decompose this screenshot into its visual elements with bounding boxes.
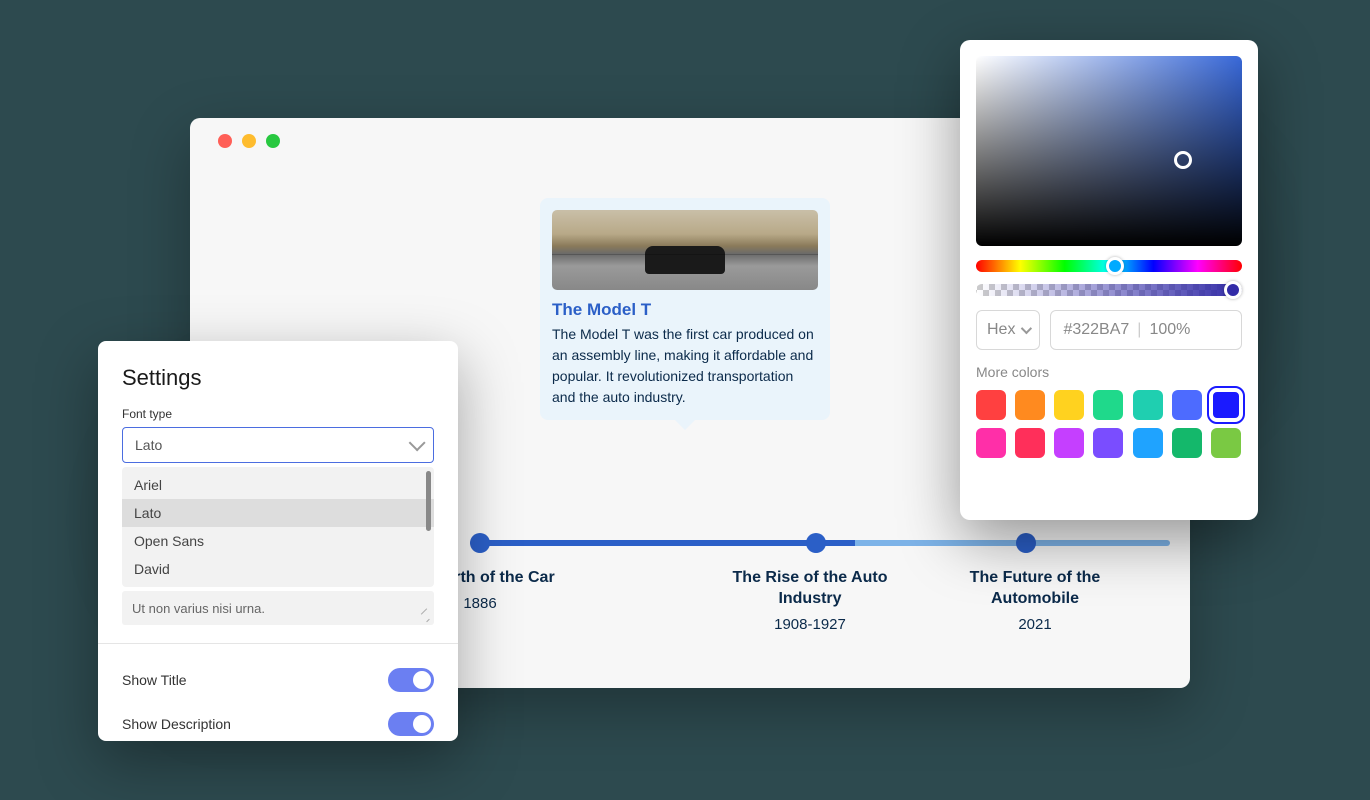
color-swatch[interactable]: [1015, 390, 1045, 420]
color-swatch[interactable]: [976, 390, 1006, 420]
color-hex-input[interactable]: #322BA7 | 100%: [1050, 310, 1242, 350]
alpha-slider[interactable]: [976, 284, 1242, 296]
font-option[interactable]: Open Sans: [122, 527, 434, 555]
font-type-label: Font type: [122, 407, 434, 421]
timeline-label-year: 2021: [950, 616, 1120, 633]
font-type-dropdown: Ariel Lato Open Sans David: [122, 467, 434, 587]
show-description-label: Show Description: [122, 716, 231, 732]
hue-slider[interactable]: [976, 260, 1242, 272]
textarea-value: Ut non varius nisi urna.: [132, 601, 265, 616]
color-saturation-canvas[interactable]: [976, 56, 1242, 246]
dropdown-scrollbar[interactable]: [426, 471, 431, 531]
timeline-point[interactable]: [470, 533, 490, 553]
alpha-overlay: [976, 284, 1242, 296]
color-swatch[interactable]: [1054, 390, 1084, 420]
color-swatch[interactable]: [1133, 428, 1163, 458]
color-swatch[interactable]: [1172, 390, 1202, 420]
font-type-value: Lato: [135, 437, 162, 453]
color-format-select[interactable]: Hex: [976, 310, 1040, 350]
timeline-point[interactable]: [806, 533, 826, 553]
color-swatch[interactable]: [1093, 390, 1123, 420]
show-title-row: Show Title: [122, 658, 434, 702]
show-description-row: Show Description: [122, 702, 434, 746]
show-description-toggle[interactable]: [388, 712, 434, 736]
show-title-toggle[interactable]: [388, 668, 434, 692]
color-swatch[interactable]: [1093, 428, 1123, 458]
color-inputs-row: Hex #322BA7 | 100%: [976, 310, 1242, 350]
color-format-value: Hex: [987, 321, 1015, 339]
timeline-label-title: The Future of the Automobile: [950, 568, 1120, 610]
color-swatch[interactable]: [1211, 428, 1241, 458]
close-window-icon[interactable]: [218, 134, 232, 148]
timeline-labels: The Birth of the Car 1886 The Rise of th…: [470, 568, 1170, 633]
timeline-point[interactable]: [1016, 533, 1036, 553]
timeline-label: The Future of the Automobile 2021: [950, 568, 1120, 633]
description-textarea[interactable]: Ut non varius nisi urna.: [122, 591, 434, 625]
color-picker-panel: Hex #322BA7 | 100% More colors: [960, 40, 1258, 520]
font-option[interactable]: Lato: [122, 499, 434, 527]
font-option[interactable]: David: [122, 555, 434, 583]
more-colors-label: More colors: [976, 364, 1242, 380]
timeline-event-card: The Model T The Model T was the first ca…: [540, 198, 830, 420]
timeline-line: [470, 540, 1170, 546]
resize-handle-icon[interactable]: [420, 611, 430, 621]
color-swatch[interactable]: [1054, 428, 1084, 458]
font-type-select[interactable]: Lato: [122, 427, 434, 463]
divider: [98, 643, 458, 644]
hue-slider-cursor[interactable]: [1106, 257, 1124, 275]
settings-panel: Settings Font type Lato Ariel Lato Open …: [98, 341, 458, 741]
timeline-event-description: The Model T was the first car produced o…: [552, 324, 818, 408]
minimize-window-icon[interactable]: [242, 134, 256, 148]
color-swatch[interactable]: [1015, 428, 1045, 458]
opacity-value: 100%: [1149, 321, 1190, 339]
timeline-label-year: 1908-1927: [730, 616, 890, 633]
color-swatch[interactable]: [1211, 390, 1241, 420]
color-swatch[interactable]: [1172, 428, 1202, 458]
chevron-down-icon: [409, 434, 426, 451]
font-option[interactable]: Ariel: [122, 471, 434, 499]
chevron-down-icon: [1021, 323, 1032, 334]
maximize-window-icon[interactable]: [266, 134, 280, 148]
separator: |: [1137, 321, 1141, 339]
timeline-label: The Rise of the Auto Industry 1908-1927: [730, 568, 890, 633]
timeline-label-title: The Rise of the Auto Industry: [730, 568, 890, 610]
timeline-event-title: The Model T: [552, 300, 818, 320]
timeline-event-image: [552, 210, 818, 290]
settings-title: Settings: [122, 365, 434, 391]
show-title-label: Show Title: [122, 672, 187, 688]
hex-value: #322BA7: [1063, 321, 1129, 339]
color-swatch[interactable]: [1133, 390, 1163, 420]
alpha-slider-cursor[interactable]: [1224, 281, 1242, 299]
color-swatches: [976, 390, 1242, 458]
color-canvas-cursor[interactable]: [1174, 151, 1192, 169]
color-swatch[interactable]: [976, 428, 1006, 458]
timeline-track: The Birth of the Car 1886 The Rise of th…: [470, 540, 1170, 633]
